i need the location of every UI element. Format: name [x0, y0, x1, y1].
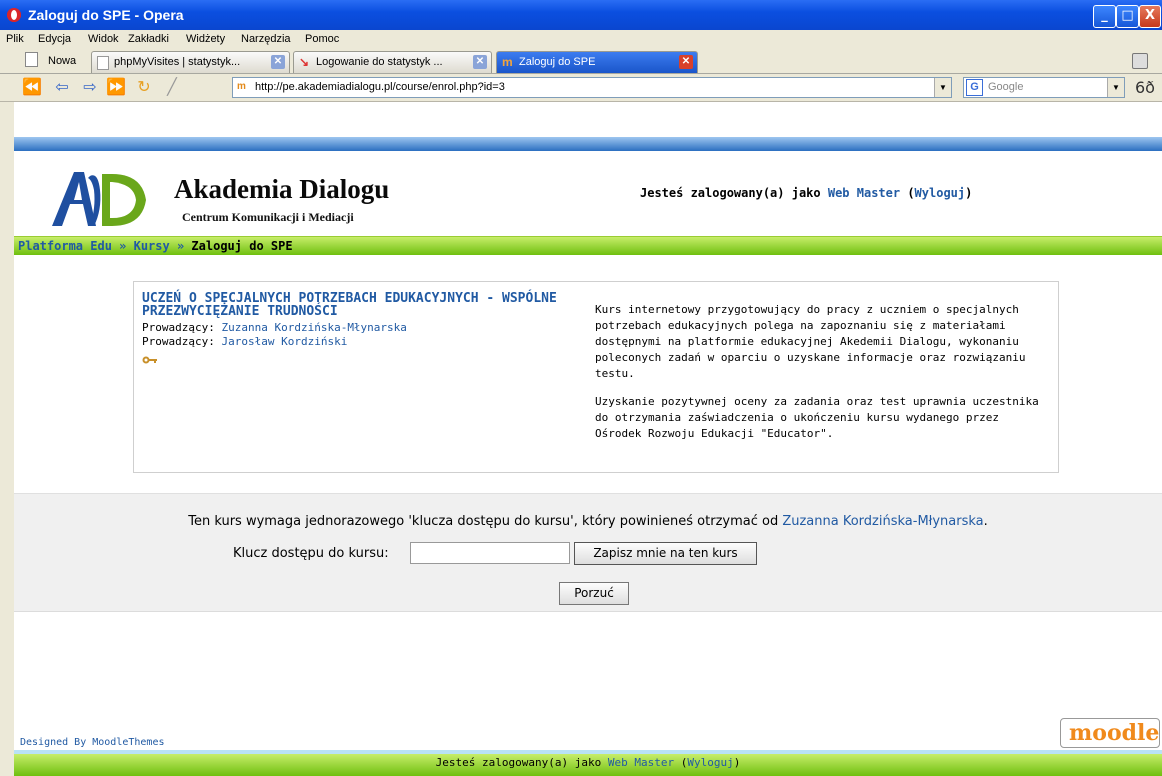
google-icon[interactable]: G	[966, 79, 983, 96]
menu-edycja[interactable]: Edycja	[38, 33, 71, 45]
cancel-button[interactable]: Porzuć	[559, 582, 629, 605]
menu-plik[interactable]: Plik	[6, 33, 24, 45]
fast-forward-icon[interactable]: ⏩	[106, 78, 126, 96]
search-dropdown-icon[interactable]: ▼	[1107, 78, 1124, 97]
reload-icon[interactable]: ↻	[134, 78, 154, 96]
site-logo[interactable]: Akademia Dialogu Centrum Komunikacji i M…	[50, 170, 440, 230]
moodle-logo-text: moodle	[1069, 720, 1160, 746]
breadcrumb-bar: Platforma Edu » Kursy » Zaloguj do SPE	[14, 236, 1162, 255]
breadcrumb-courses[interactable]: Kursy	[134, 239, 170, 253]
forward-icon[interactable]: ⇨	[80, 78, 100, 96]
moodle-favicon-icon: m	[502, 55, 513, 69]
logout-link[interactable]: Wyloguj	[915, 186, 966, 200]
footer-login-info: Jesteś zalogowany(a) jako Web Master (Wy…	[14, 756, 1162, 769]
akademia-dialogu-logo-icon	[52, 172, 146, 226]
paren: )	[733, 756, 741, 769]
window-title: Zaloguj do SPE - Opera	[28, 7, 184, 23]
teacher-link[interactable]: Zuzanna Kordzińska-Młynarska	[221, 321, 406, 334]
tab-label: Zaloguj do SPE	[519, 56, 596, 68]
menu-narzedzia[interactable]: Narzędzia	[241, 33, 291, 45]
close-window-button[interactable]: X	[1139, 5, 1161, 28]
paren: (	[674, 756, 688, 769]
login-info: Jesteś zalogowany(a) jako Web Master (Wy…	[640, 186, 972, 200]
maximize-button[interactable]: □	[1116, 5, 1139, 28]
teacher-label: Prowadzący:	[142, 335, 222, 348]
teacher-row: Prowadzący: Zuzanna Kordzińska-Młynarska	[142, 321, 407, 334]
breadcrumb-current: Zaloguj do SPE	[191, 239, 293, 253]
rewind-icon[interactable]: ⏪	[22, 78, 42, 96]
tab-phpmyvisites[interactable]: phpMyVisites | statystyk... ✕	[91, 51, 290, 73]
opera-logo-icon	[7, 8, 21, 22]
enrol-message: Ten kurs wymaga jednorazowego 'klucza do…	[14, 514, 1162, 529]
logo-subtitle: Centrum Komunikacji i Mediacji	[182, 210, 354, 224]
back-icon[interactable]: ⇦	[52, 78, 72, 96]
paren: )	[965, 186, 973, 200]
site-favicon-icon: m	[237, 81, 246, 92]
navigation-bar: ⏪ ⇦ ⇨ ⏩ ↻ ╱ m http://pe.akademiadialogu.…	[0, 74, 1162, 102]
period: .	[983, 514, 988, 529]
user-link[interactable]: Web Master	[828, 186, 900, 200]
stats-icon: ↘	[299, 55, 310, 69]
moodle-logo-link[interactable]: moodle	[1060, 718, 1160, 748]
course-summary: Kurs internetowy przygotowujący do pracy…	[595, 302, 1050, 454]
tab-zaloguj-spe[interactable]: m Zaloguj do SPE ✕	[496, 51, 698, 73]
tab-logowanie[interactable]: ↘ Logowanie do statystyk ... ✕	[293, 51, 492, 73]
footer-bar: Jesteś zalogowany(a) jako Web Master (Wy…	[14, 750, 1162, 776]
glasses-icon[interactable]: 6ð	[1135, 78, 1155, 97]
footer-logout-link[interactable]: Wyloguj	[687, 756, 733, 769]
teacher-link[interactable]: Jarosław Kordziński	[221, 335, 347, 348]
teacher-row: Prowadzący: Jarosław Kordziński	[142, 335, 347, 348]
page-icon	[97, 56, 109, 70]
summary-paragraph: Uzyskanie pozytywnej oceny za zadania or…	[595, 395, 1039, 440]
breadcrumb-home[interactable]: Platforma Edu	[18, 239, 112, 253]
menu-zakladki[interactable]: Zakładki	[128, 33, 169, 45]
teacher-label: Prowadzący:	[142, 321, 222, 334]
header-blue-bar	[14, 137, 1162, 151]
footer-user-link[interactable]: Web Master	[608, 756, 674, 769]
trash-icon[interactable]	[1132, 53, 1148, 69]
summary-paragraph: Kurs internetowy przygotowujący do pracy…	[595, 303, 1026, 380]
menu-pomoc[interactable]: Pomoc	[305, 33, 339, 45]
tab-label: phpMyVisites | statystyk...	[114, 56, 241, 68]
new-tab-button[interactable]: Nowa	[22, 51, 84, 72]
enrol-message-text: Ten kurs wymaga jednorazowego 'klucza do…	[188, 514, 783, 529]
breadcrumb-separator: »	[169, 239, 192, 253]
menu-widzety[interactable]: Widżety	[186, 33, 225, 45]
tab-label: Logowanie do statystyk ...	[316, 56, 443, 68]
key-icon	[142, 356, 157, 364]
enrol-teacher-link[interactable]: Zuzanna Kordzińska-Młynarska	[782, 514, 983, 529]
breadcrumb-separator: »	[111, 239, 134, 253]
address-url[interactable]: http://pe.akademiadialogu.pl/course/enro…	[255, 81, 505, 93]
designed-by-link[interactable]: Designed By MoodleThemes	[20, 737, 165, 748]
new-tab-label: Nowa	[48, 55, 77, 67]
login-prefix: Jesteś zalogowany(a) jako	[640, 186, 828, 200]
enrol-button[interactable]: Zapisz mnie na ten kurs	[574, 542, 757, 565]
search-box[interactable]: G Google ▼	[963, 77, 1125, 98]
address-dropdown-icon[interactable]: ▼	[934, 78, 951, 97]
menu-bar: Plik Edycja Widok Zakładki Widżety Narzę…	[0, 30, 1162, 48]
enrol-key-label: Klucz dostępu do kursu:	[233, 546, 389, 561]
close-tab-icon[interactable]: ✕	[271, 55, 285, 69]
course-info-box: UCZEŃ O SPECJALNYCH POTRZEBACH EDUKACYJN…	[133, 281, 1059, 473]
tab-bar: Nowa phpMyVisites | statystyk... ✕ ↘ Log…	[0, 48, 1162, 74]
close-tab-icon[interactable]: ✕	[679, 55, 693, 69]
minimize-button[interactable]: _	[1093, 5, 1116, 28]
enrol-form: Ten kurs wymaga jednorazowego 'klucza do…	[14, 493, 1162, 612]
search-placeholder[interactable]: Google	[988, 81, 1023, 93]
enrol-key-input[interactable]	[410, 542, 570, 564]
course-title[interactable]: UCZEŃ O SPECJALNYCH POTRZEBACH EDUKACYJN…	[142, 292, 592, 318]
footer-login-prefix: Jesteś zalogowany(a) jako	[435, 756, 608, 769]
menu-widok[interactable]: Widok	[88, 33, 119, 45]
left-panel-edge	[0, 102, 14, 776]
window-title-bar[interactable]: Zaloguj do SPE - Opera _ □ X	[0, 0, 1162, 30]
close-tab-icon[interactable]: ✕	[473, 55, 487, 69]
edit-icon[interactable]: ╱	[162, 78, 182, 96]
new-page-icon	[25, 52, 38, 67]
paren: (	[900, 186, 915, 200]
address-bar[interactable]: m http://pe.akademiadialogu.pl/course/en…	[232, 77, 952, 98]
logo-name: Akademia Dialogu	[174, 174, 390, 204]
breadcrumb: Platforma Edu » Kursy » Zaloguj do SPE	[18, 239, 293, 253]
